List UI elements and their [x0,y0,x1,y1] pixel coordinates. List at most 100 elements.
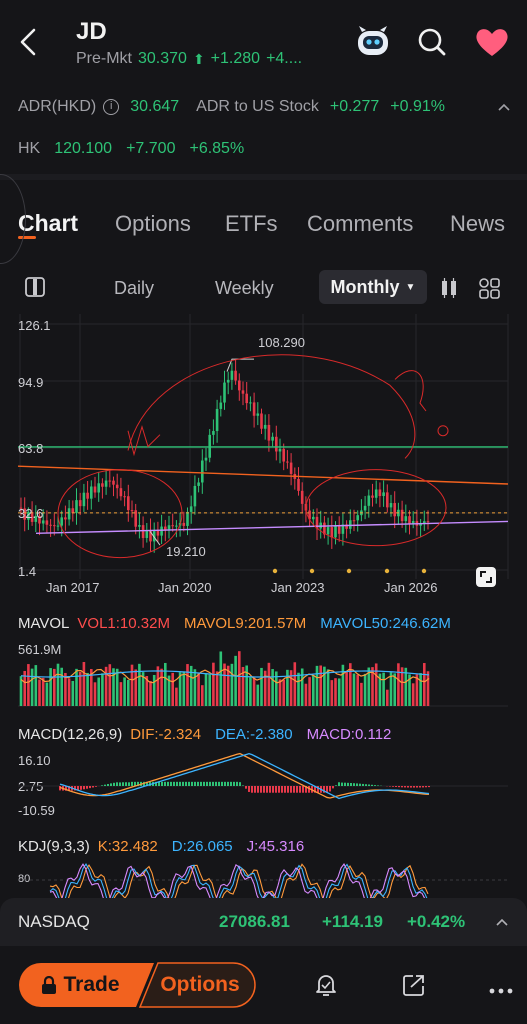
volume-bar [271,669,274,706]
fullscreen-icon[interactable] [475,566,497,588]
volume-bar [312,675,315,706]
period-monthly[interactable]: Monthly ▼ [319,270,427,304]
volume-bar [97,677,100,706]
volume-bar [397,663,400,706]
candle-body [356,515,359,521]
macd-bar [179,781,181,786]
macd-bar [182,781,184,786]
info-icon[interactable]: i [103,99,120,115]
robot-assistant-icon[interactable] [354,24,392,58]
macd-bar [299,786,301,793]
macd-bar [197,781,199,786]
up-arrow-icon: ⬆ [192,50,205,67]
macd-bar [410,786,412,788]
macd-bar [125,782,127,786]
macd-bar [206,781,208,786]
volume-bar [82,662,86,706]
premarket-label: Pre-Mkt [76,50,132,67]
favorite-heart-icon[interactable] [474,26,510,58]
expand-chevron-icon[interactable] [494,915,510,927]
macd-bar [170,781,172,786]
tab-etfs[interactable]: ETFs [225,211,278,237]
candle-body [197,482,200,486]
macd-bar [239,782,241,786]
trade-button[interactable]: Trade [18,962,143,1008]
macd-bar [389,786,391,787]
candle-body [171,525,174,527]
macd-bar [287,786,289,793]
volume-bar [238,651,241,706]
candle-body [404,516,408,522]
macd-bar [245,786,247,789]
volume-bar [45,682,49,706]
sidebar-toggle-icon[interactable] [24,276,46,298]
volume-bar [423,663,426,706]
candle-body [230,370,234,380]
macd-bar [368,784,370,786]
candle-body [330,527,334,538]
volume-bar [60,667,63,706]
macd-bar [293,786,295,793]
volume-bar [352,673,356,706]
event-dot [309,568,315,574]
grid-layout-icon[interactable] [478,277,500,299]
macd-bar [194,781,196,786]
candle-body [164,526,167,530]
tab-news[interactable]: News [450,211,505,237]
candle-body [64,517,67,520]
candle-body [186,511,189,526]
volume-bar [363,673,367,706]
drawn-arc [127,354,416,459]
tab-options[interactable]: Options [115,211,191,237]
y-tick-63: 63.8 [18,441,44,456]
period-daily[interactable]: Daily [114,278,154,299]
candle-body [393,503,396,517]
period-monthly-label: Monthly [330,276,400,297]
macd-bar [374,785,376,786]
adr-to-us-pct: +0.91% [390,98,445,115]
adr-to-us-label: ADR to US Stock [196,98,319,115]
macd-chart[interactable] [0,748,527,820]
volume-bar [49,668,52,706]
macd-bar [356,783,358,786]
index-change: +114.19 [322,912,383,931]
volume-bar [78,671,82,706]
macd-bar [302,786,304,793]
macd-bar [350,783,352,786]
candle-type-icon[interactable] [440,277,458,299]
alert-bell-icon[interactable] [313,971,339,999]
macd-bar [104,784,106,786]
candle-body [374,489,378,498]
macd-bar [116,782,118,786]
index-value: 27086.81 [219,912,290,931]
hk-pct: +6.85% [189,140,245,157]
kdj-chart[interactable] [0,862,527,906]
collapse-chevron-icon[interactable] [496,100,512,112]
candle-body [382,492,385,497]
candle-body [289,462,293,474]
volume-bar [245,665,248,706]
x-tick-2023: Jan 2023 [271,580,325,595]
period-weekly[interactable]: Weekly [215,278,274,299]
hk-change: +7.700 [126,140,176,157]
macd-bar [392,786,394,787]
volume-bar [53,668,56,706]
price-chart[interactable] [0,314,527,604]
options-button[interactable]: Options [146,962,254,1008]
event-dot [272,568,278,574]
share-icon[interactable] [401,972,427,998]
more-options-icon[interactable] [488,982,514,994]
tab-comments[interactable]: Comments [307,211,413,237]
volume-bar [330,680,334,706]
search-icon[interactable] [416,26,448,58]
index-bar[interactable]: NASDAQ 27086.81 +114.19 +0.42% [0,898,527,946]
back-button[interactable] [14,26,44,58]
macd-legend: MACD(12,26,9) DIF:-2.324 DEA:-2.380 MACD… [18,726,391,743]
tab-chart[interactable]: Chart [18,210,78,239]
volume-bar [175,687,178,706]
volume-bar [319,665,322,706]
candle-body [145,530,149,538]
volume-bar [256,684,260,706]
volume-chart[interactable] [0,640,527,710]
macd-dea: DEA:-2.380 [215,726,293,743]
